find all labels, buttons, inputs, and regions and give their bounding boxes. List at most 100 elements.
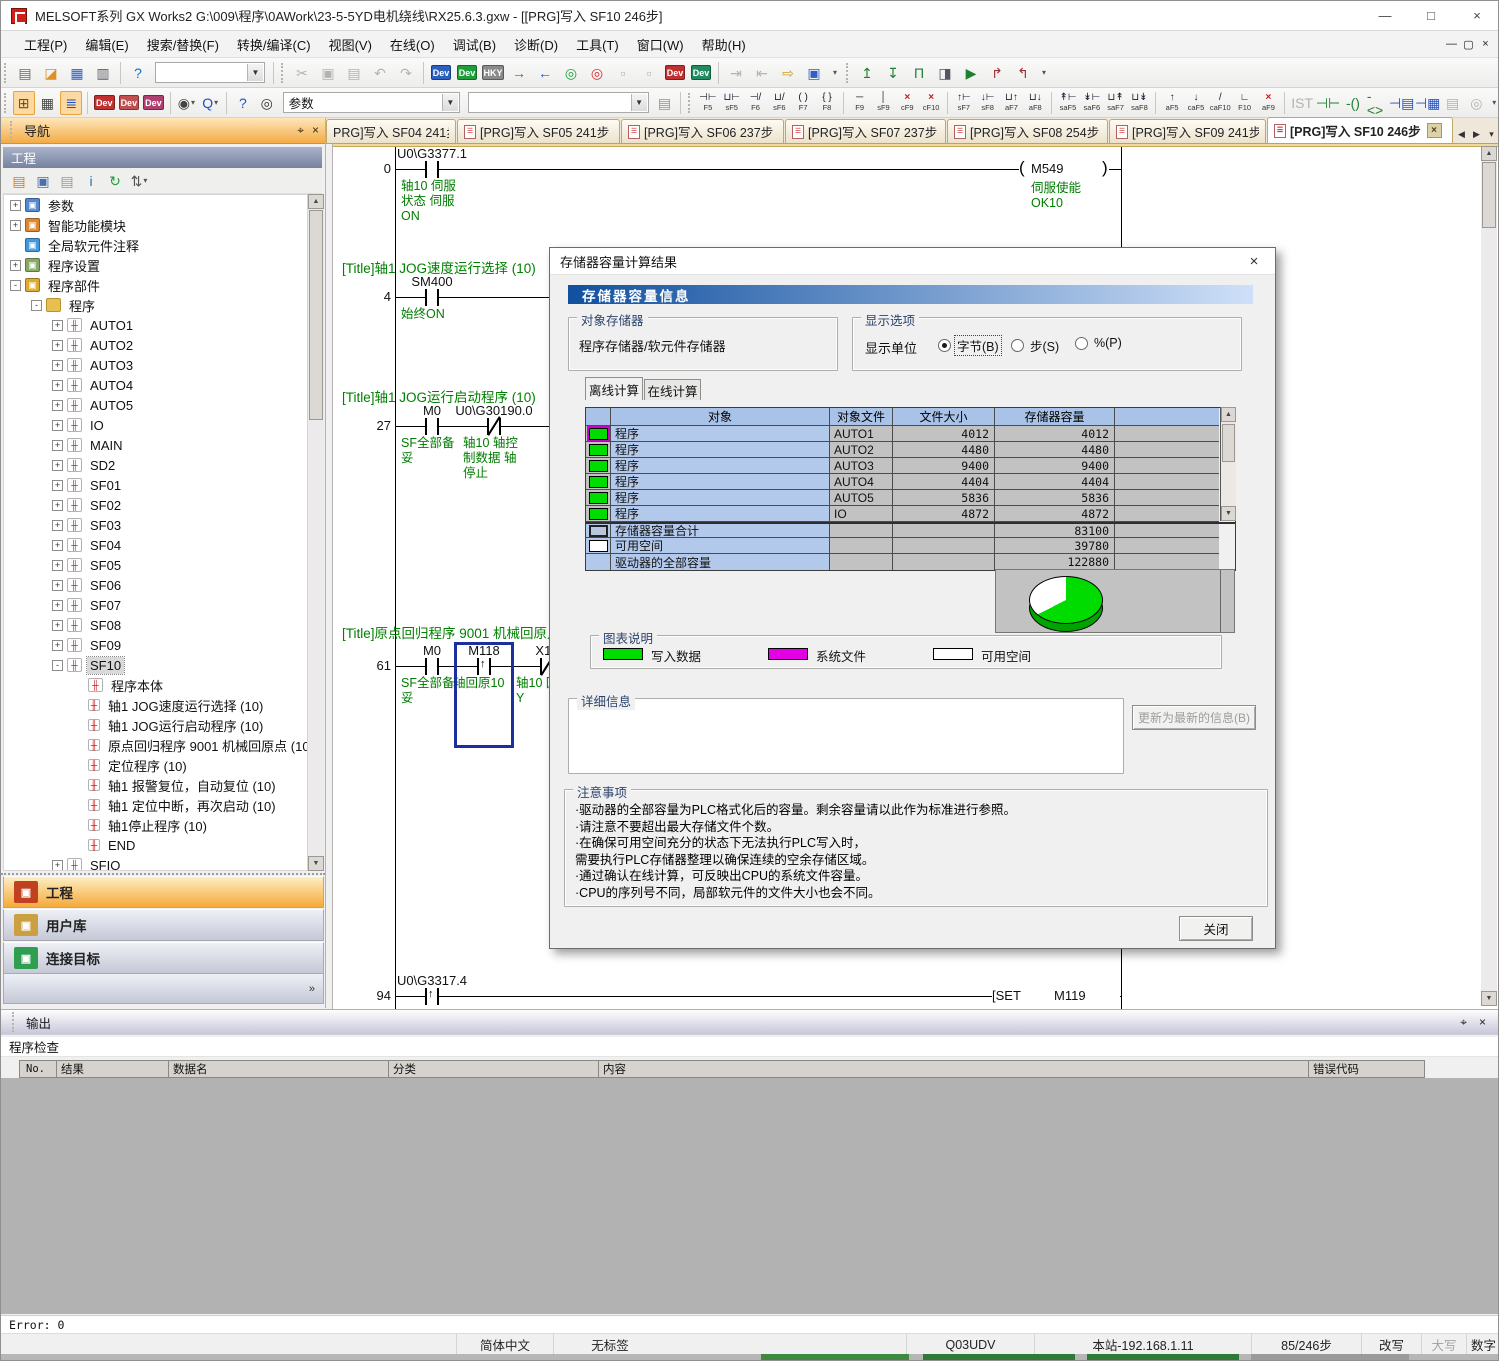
mdi-restore-icon[interactable]: ▢ xyxy=(1460,36,1477,53)
tree-item-auto3[interactable]: +╫AUTO3 xyxy=(4,355,307,375)
radio-icon[interactable] xyxy=(1075,337,1088,350)
menu-item-3[interactable]: 转换/编译(C) xyxy=(228,31,320,58)
save-project-icon[interactable]: ▦ xyxy=(65,61,89,85)
menu-item-8[interactable]: 工具(T) xyxy=(567,31,628,58)
table-scrollbar[interactable]: ▲ ▼ xyxy=(1220,407,1236,521)
toolbar-overflow-icon[interactable]: ▾ xyxy=(833,68,837,77)
tree-scrollbar[interactable]: ▲ ▼ xyxy=(308,194,324,871)
close-icon[interactable]: × xyxy=(1479,1015,1486,1030)
monitor-stop-icon[interactable]: ◎ xyxy=(585,61,609,85)
scroll-thumb[interactable] xyxy=(1222,424,1235,462)
drag-grip[interactable] xyxy=(12,1012,17,1032)
list-view-icon[interactable]: ≣ xyxy=(60,91,82,115)
tab-menu-icon[interactable]: ▾ xyxy=(1484,125,1499,143)
paste-data-icon[interactable]: ▤ xyxy=(56,170,78,192)
chevron-down-icon[interactable]: ▼ xyxy=(631,94,647,111)
ladder-symbol-F6-button[interactable]: ⊣/F6 xyxy=(745,89,767,116)
new-project-icon[interactable]: ▤ xyxy=(13,61,37,85)
print-icon[interactable]: ▥ xyxy=(91,61,115,85)
close-button[interactable]: × xyxy=(1454,1,1499,31)
sort-icon[interactable]: ⇅▾ xyxy=(128,170,150,192)
expander-icon[interactable]: + xyxy=(52,860,63,871)
tree-item-sf05[interactable]: +╫SF05 xyxy=(4,555,307,575)
menu-item-5[interactable]: 在线(O) xyxy=(381,31,444,58)
chevron-down-icon[interactable]: ▼ xyxy=(442,94,458,111)
watch2-icon[interactable]: ▫ xyxy=(637,61,661,85)
tree-item-main[interactable]: +╫MAIN xyxy=(4,435,307,455)
find-icon[interactable]: ◎ xyxy=(256,91,278,115)
expander-icon[interactable]: + xyxy=(52,460,63,471)
drag-grip[interactable] xyxy=(281,63,286,83)
refresh-icon[interactable]: ↻ xyxy=(104,170,126,192)
menu-item-4[interactable]: 视图(V) xyxy=(320,31,381,58)
device-batch-monitor-icon[interactable]: HKY xyxy=(481,61,505,85)
ladder-symbol-aF7-button[interactable]: ⊔↑aF7 xyxy=(1001,89,1023,116)
tab-0[interactable]: PRG]写入 SF04 241步 xyxy=(326,119,456,143)
maximize-button[interactable]: □ xyxy=(1408,1,1454,31)
device-display-icon[interactable]: Dev xyxy=(663,61,687,85)
edit-block-icon[interactable]: ⊣▦ xyxy=(1416,91,1440,115)
tab-6[interactable]: ☰[PRG]写入 SF10 246步× xyxy=(1267,117,1453,143)
sim-start-icon[interactable]: ▶ xyxy=(959,61,983,85)
expander-icon[interactable]: + xyxy=(52,520,63,531)
expander-icon[interactable]: + xyxy=(52,380,63,391)
watch1-icon[interactable]: ▫ xyxy=(611,61,635,85)
display-content-icon[interactable]: ◉▾ xyxy=(176,91,198,115)
edit-line-icon[interactable]: ⊣▤ xyxy=(1390,91,1414,115)
tree-item-auto5[interactable]: +╫AUTO5 xyxy=(4,395,307,415)
chevron-down-icon[interactable]: ▼ xyxy=(247,64,263,81)
ladder-symbol-aF9-button[interactable]: ×aF9 xyxy=(1258,89,1280,116)
open-project-icon[interactable]: ◪ xyxy=(39,61,63,85)
tree-item--9001-10-[interactable]: ╫原点回归程序 9001 机械回原点 (10) xyxy=(4,735,307,755)
menu-item-7[interactable]: 诊断(D) xyxy=(505,31,567,58)
paste-icon[interactable]: ▤ xyxy=(342,61,366,85)
expander-icon[interactable]: + xyxy=(52,560,63,571)
copy-icon[interactable]: ▣ xyxy=(316,61,340,85)
ladder-symbol-sF9-button[interactable]: │sF9 xyxy=(873,89,895,116)
expander-icon[interactable]: + xyxy=(52,340,63,351)
radio-步(S)[interactable]: 步(S) xyxy=(1011,336,1061,355)
tree-item--1-jog-10-[interactable]: ╫轴1 JOG速度运行选择 (10) xyxy=(4,695,307,715)
dialog-close-button[interactable]: 关闭 xyxy=(1179,916,1253,941)
help-balloon-icon[interactable]: ? xyxy=(232,91,254,115)
ladder-symbol-saF5-button[interactable]: ↟⊢saF5 xyxy=(1057,89,1079,116)
dialog-tab-在线计算[interactable]: 在线计算 xyxy=(644,379,701,400)
pc-monitor-icon[interactable]: ▣ xyxy=(802,61,826,85)
tree-item-sf04[interactable]: +╫SF04 xyxy=(4,535,307,555)
expander-icon[interactable]: + xyxy=(52,320,63,331)
monitor-start-icon[interactable]: ◎ xyxy=(559,61,583,85)
ladder-symbol-F5-button[interactable]: ⊣⊢F5 xyxy=(697,89,719,116)
ladder-symbol-F8-button[interactable]: { }F8 xyxy=(816,89,838,116)
doc-find-icon[interactable]: ◎ xyxy=(1465,91,1487,115)
expander-icon[interactable]: + xyxy=(52,440,63,451)
ladder-cursor[interactable] xyxy=(454,642,514,748)
ladder-symbol-sF6-button[interactable]: ⊔/sF6 xyxy=(768,89,790,116)
drag-grip[interactable] xyxy=(846,63,851,83)
plc-read-icon[interactable]: ← xyxy=(533,61,557,85)
tree-item--1-10-[interactable]: ╫轴1 定位中断，再次启动 (10) xyxy=(4,795,307,815)
monitor-mode-icon[interactable]: Dev xyxy=(455,61,479,85)
dialog-close-icon[interactable]: × xyxy=(1243,253,1265,270)
nav-view-button-用户库[interactable]: ▣用户库 xyxy=(3,909,324,941)
drag-grip[interactable] xyxy=(688,93,693,113)
step1-icon[interactable]: ↱ xyxy=(985,61,1009,85)
ladder-symbol-caF10-button[interactable]: /caF10 xyxy=(1209,89,1232,116)
ladder-symbol-cF9-button[interactable]: ×cF9 xyxy=(896,89,918,116)
radio-%(P)[interactable]: %(P) xyxy=(1075,336,1124,350)
scroll-thumb[interactable] xyxy=(309,210,323,420)
scroll-down-icon[interactable]: ▼ xyxy=(1481,991,1497,1006)
tab-4[interactable]: ☰[PRG]写入 SF08 254步 xyxy=(947,119,1108,143)
tab-close-icon[interactable]: × xyxy=(1427,123,1442,138)
tree-item-sf09[interactable]: +╫SF09 xyxy=(4,635,307,655)
edit-ladder-icon[interactable]: ⊣⊢ xyxy=(1316,91,1340,115)
ladder-symbol-aF8-button[interactable]: ⊔↓aF8 xyxy=(1024,89,1046,116)
write-to-plc-icon[interactable]: Dev xyxy=(429,61,453,85)
pin-icon[interactable]: ⌖ xyxy=(297,123,304,138)
ladder-symbol-F9-button[interactable]: ─F9 xyxy=(849,89,871,116)
menu-item-1[interactable]: 编辑(E) xyxy=(76,31,137,58)
tree-item-end[interactable]: ╫END xyxy=(4,835,307,855)
scroll-up-icon[interactable]: ▲ xyxy=(1221,407,1236,422)
expander-icon[interactable]: - xyxy=(31,300,42,311)
quick-find-combo[interactable]: ▼ xyxy=(155,62,265,83)
expander-icon[interactable]: + xyxy=(52,600,63,611)
